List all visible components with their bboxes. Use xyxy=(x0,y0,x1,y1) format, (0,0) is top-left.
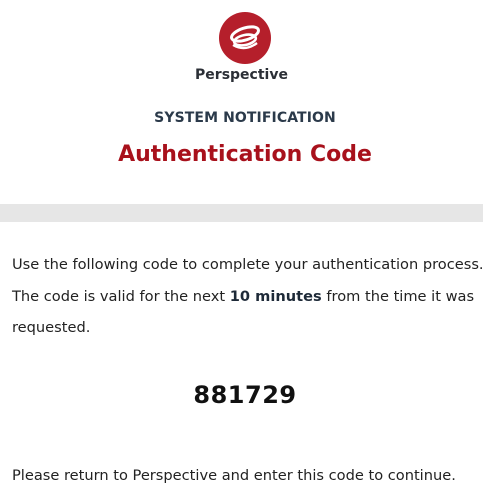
validity-duration: 10 minutes xyxy=(229,287,322,305)
message-line-3: requested. xyxy=(12,319,91,336)
email-header: Perspective SYSTEM NOTIFICATION Authenti… xyxy=(0,0,483,204)
message-line-2: The code is valid for the next 10 minute… xyxy=(12,281,482,313)
message-line-1: Use the following code to complete your … xyxy=(12,256,483,273)
footer-message: Please return to Perspective and enter t… xyxy=(12,467,456,484)
divider-band xyxy=(0,204,483,222)
perspective-logo-icon xyxy=(219,12,271,64)
message-body: Use the following code to complete your … xyxy=(12,249,483,344)
validity-suffix: from the time it was xyxy=(321,287,475,305)
notice-label: SYSTEM NOTIFICATION xyxy=(154,110,336,126)
email-page: Perspective SYSTEM NOTIFICATION Authenti… xyxy=(0,0,483,500)
page-title: Authentication Code xyxy=(118,142,372,167)
brand-name: Perspective xyxy=(195,67,288,83)
validity-prefix: The code is valid for the next xyxy=(12,287,230,305)
authentication-code[interactable]: 881729 xyxy=(0,381,483,409)
